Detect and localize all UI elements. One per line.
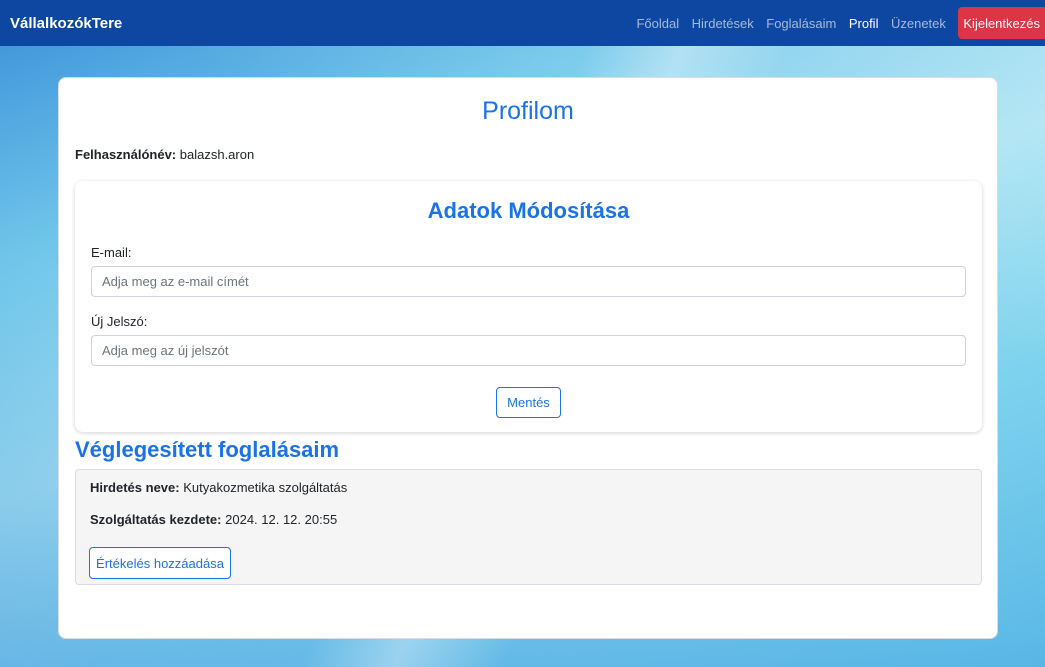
add-review-button[interactable]: Értékelés hozzáadása [89,547,231,579]
start-value: 2024. 12. 12. 20:55 [225,512,338,527]
booking-item: Hirdetés neve: Kutyakozmetika szolgáltat… [75,469,982,585]
page-title: Profilom [482,97,574,125]
start-label: Szolgáltatás kezdete: [90,512,222,527]
booking-ad-name-row: Hirdetés neve: Kutyakozmetika szolgáltat… [90,480,347,495]
ad-name-label: Hirdetés neve: [90,480,180,495]
password-label: Új Jelszó: [91,314,148,329]
nav-link-ads[interactable]: Hirdetések [692,16,754,31]
email-input[interactable] [91,266,966,297]
email-label: E-mail: [91,245,132,260]
username-value: balazsh.aron [179,147,255,162]
nav-link-home[interactable]: Főoldal [636,16,679,31]
brand-logo[interactable]: VállalkozókTere [10,15,122,32]
password-input[interactable] [91,335,966,366]
edit-data-title: Adatok Módosítása [427,198,630,223]
nav-links: Főoldal Hirdetések Foglalásaim Profil Üz… [636,0,1045,46]
booking-start-row: Szolgáltatás kezdete: 2024. 12. 12. 20:5… [90,512,337,527]
nav-link-profile[interactable]: Profil [849,16,879,31]
ad-name-value: Kutyakozmetika szolgáltatás [183,480,348,495]
bookings-title: Véglegesített foglalásaim [75,437,340,462]
nav-link-bookings[interactable]: Foglalásaim [766,16,836,31]
nav-link-messages[interactable]: Üzenetek [891,16,946,31]
username-row: Felhasználónév: balazsh.aron [75,147,254,162]
logout-button[interactable]: Kijelentkezés [958,7,1045,39]
profile-card: Profilom Felhasználónév: balazsh.aron Ad… [58,77,998,639]
save-button[interactable]: Mentés [496,387,561,418]
edit-data-card: Adatok Módosítása E-mail: Új Jelszó: Men… [75,181,982,432]
username-label: Felhasználónév: [75,147,177,162]
navbar: VállalkozókTere Főoldal Hirdetések Fogla… [0,0,1045,46]
